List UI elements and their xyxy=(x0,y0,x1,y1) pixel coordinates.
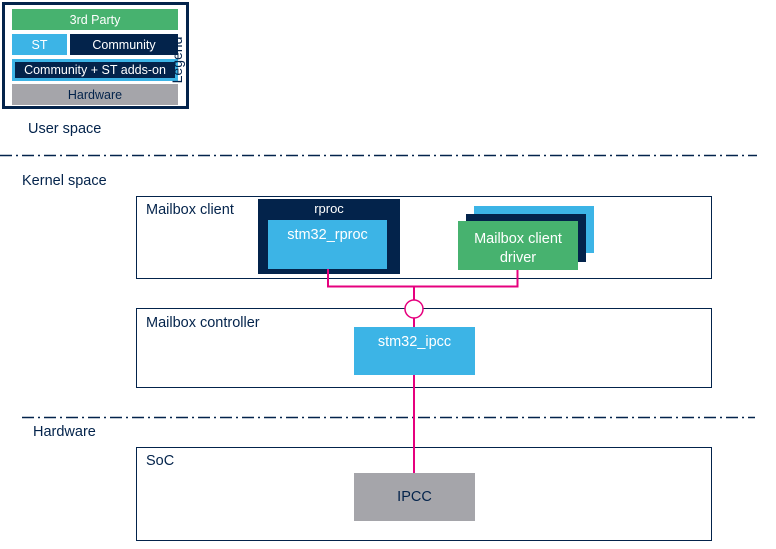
diagram-lines xyxy=(0,154,757,473)
client-connector xyxy=(327,269,519,288)
mailbox-interface-icon xyxy=(404,299,424,319)
